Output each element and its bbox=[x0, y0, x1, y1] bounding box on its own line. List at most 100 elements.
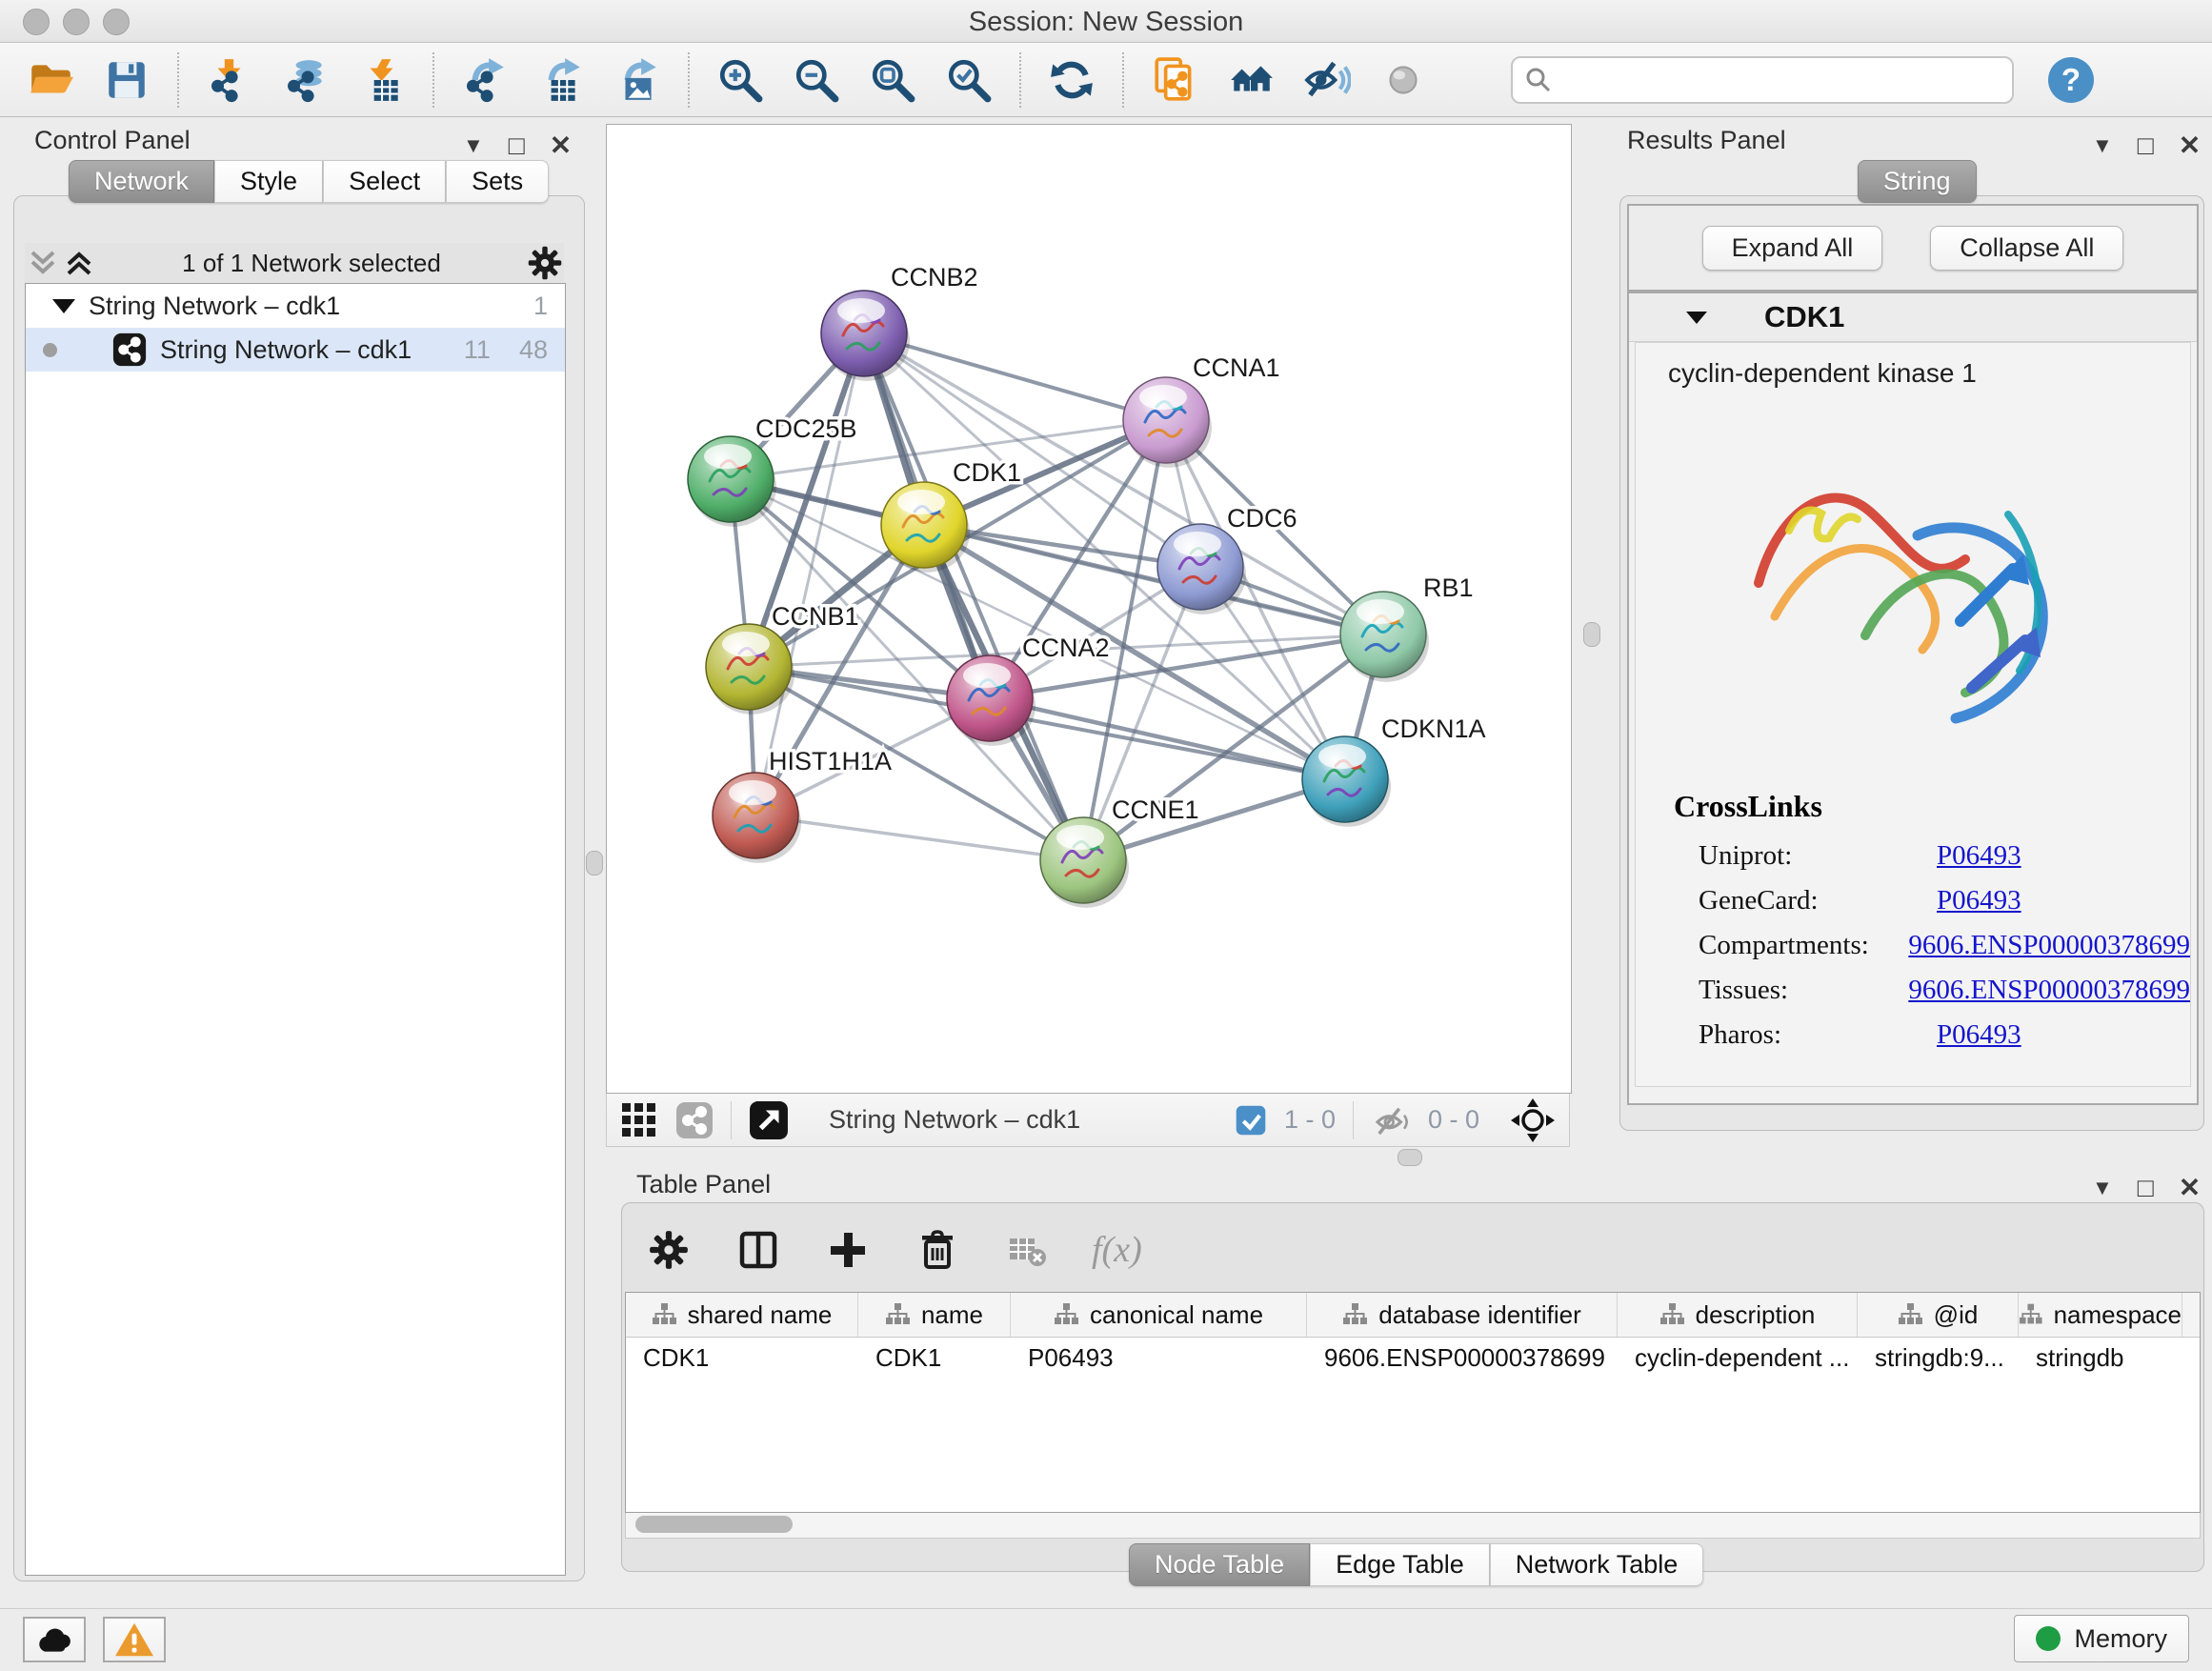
network-edge[interactable] bbox=[924, 525, 1383, 634]
table-cell[interactable]: stringdb:9... bbox=[1858, 1338, 2019, 1378]
export-table-button[interactable] bbox=[535, 54, 587, 106]
column-header-namespace[interactable]: namespace bbox=[2019, 1293, 2182, 1337]
apply-layout-button[interactable] bbox=[1046, 54, 1097, 106]
network-view-icon[interactable] bbox=[675, 1101, 714, 1139]
zoom-selected-button[interactable] bbox=[943, 54, 995, 106]
table-cell[interactable]: 9606.ENSP00000378699 bbox=[1307, 1338, 1618, 1378]
expand-all-button[interactable]: Expand All bbox=[1702, 226, 1883, 271]
network-row[interactable]: String Network – cdk1 11 48 bbox=[26, 328, 565, 372]
network-node-rb1[interactable] bbox=[1340, 592, 1429, 682]
search-box[interactable] bbox=[1511, 56, 2014, 104]
delete-column-button[interactable] bbox=[913, 1225, 962, 1275]
share-document-button[interactable] bbox=[1149, 54, 1200, 106]
birds-eye-icon[interactable] bbox=[1510, 1097, 1556, 1143]
network-edge[interactable] bbox=[755, 333, 864, 815]
zoom-out-button[interactable] bbox=[791, 54, 842, 106]
network-canvas[interactable]: CCNB2 CCNA1 CDC25B bbox=[606, 124, 1572, 1094]
crosslink-link[interactable]: P06493 bbox=[1937, 885, 2021, 916]
grid-view-icon[interactable] bbox=[620, 1101, 658, 1139]
column-header-canonical-name[interactable]: canonical name bbox=[1011, 1293, 1307, 1337]
memory-button[interactable]: Memory bbox=[2014, 1615, 2189, 1662]
table-cell[interactable]: CDK1 bbox=[858, 1338, 1011, 1378]
create-column-button[interactable] bbox=[823, 1225, 873, 1275]
export-network-button[interactable] bbox=[459, 54, 511, 106]
collapse-all-button[interactable]: Collapse All bbox=[1930, 226, 2123, 271]
crosslink-link[interactable]: 9606.ENSP00000378699 bbox=[1908, 975, 2190, 1006]
section-collapse-icon[interactable] bbox=[1686, 312, 1707, 324]
save-button[interactable] bbox=[101, 54, 152, 106]
tab-node-table[interactable]: Node Table bbox=[1129, 1543, 1310, 1586]
left-splitter-handle[interactable] bbox=[586, 851, 603, 876]
import-table-button[interactable] bbox=[356, 54, 408, 106]
panel-close-icon[interactable]: ✕ bbox=[550, 130, 572, 161]
warning-status-button[interactable] bbox=[103, 1617, 166, 1662]
detach-view-icon[interactable] bbox=[749, 1100, 789, 1140]
expand-all-icon[interactable] bbox=[61, 245, 97, 281]
show-columns-button[interactable] bbox=[734, 1225, 783, 1275]
hide-eye-button[interactable] bbox=[1301, 54, 1353, 106]
panel-close-icon[interactable]: ✕ bbox=[2179, 130, 2201, 161]
network-node-cdc6[interactable] bbox=[1157, 524, 1246, 614]
selected-checkbox-icon[interactable] bbox=[1235, 1104, 1267, 1137]
tab-sets[interactable]: Sets bbox=[446, 160, 549, 203]
network-node-ccne1[interactable] bbox=[1040, 817, 1129, 908]
collapse-all-icon[interactable] bbox=[25, 245, 61, 281]
import-network-button[interactable] bbox=[204, 54, 255, 106]
tab-string[interactable]: String bbox=[1858, 160, 1977, 203]
protein-section-header[interactable]: CDK1 bbox=[1629, 293, 2197, 342]
network-node-hist1h1a[interactable] bbox=[713, 773, 801, 863]
crosslink-link[interactable]: P06493 bbox=[1937, 840, 2021, 872]
home-button[interactable] bbox=[1225, 54, 1277, 106]
table-row[interactable]: CDK1CDK1P064939606.ENSP00000378699cyclin… bbox=[626, 1338, 2200, 1378]
panel-menu-icon[interactable]: ▼ bbox=[463, 133, 484, 158]
scrollbar-thumb[interactable] bbox=[635, 1516, 793, 1533]
table-horizontal-scrollbar[interactable] bbox=[625, 1513, 2201, 1539]
right-splitter-handle[interactable] bbox=[1583, 622, 1600, 647]
network-edge[interactable] bbox=[755, 815, 1083, 860]
network-node-cdkn1a[interactable] bbox=[1302, 736, 1391, 827]
hidden-eye-icon[interactable] bbox=[1371, 1100, 1411, 1140]
import-database-button[interactable] bbox=[280, 54, 332, 106]
network-collection-row[interactable]: String Network – cdk1 1 bbox=[26, 284, 565, 328]
tab-network[interactable]: Network bbox=[69, 160, 214, 203]
help-button[interactable]: ? bbox=[2048, 57, 2094, 103]
crosslink-link[interactable]: P06493 bbox=[1937, 1019, 2021, 1051]
bottom-splitter-handle[interactable] bbox=[1398, 1149, 1422, 1166]
column-header-name[interactable]: name bbox=[858, 1293, 1011, 1337]
column-header--id[interactable]: @id bbox=[1858, 1293, 2019, 1337]
network-node-cdc25b[interactable] bbox=[688, 436, 776, 527]
column-header-shared-name[interactable]: shared name bbox=[626, 1293, 858, 1337]
collection-expand-icon[interactable] bbox=[52, 299, 75, 313]
panel-menu-icon[interactable]: ▼ bbox=[2092, 133, 2113, 158]
panel-float-icon[interactable]: □ bbox=[2138, 1173, 2154, 1203]
export-image-button[interactable] bbox=[612, 54, 663, 106]
table-settings-button[interactable] bbox=[644, 1225, 694, 1275]
tab-style[interactable]: Style bbox=[214, 160, 323, 203]
column-header-description[interactable]: description bbox=[1618, 1293, 1858, 1337]
panel-close-icon[interactable]: ✕ bbox=[2179, 1172, 2201, 1203]
table-cell[interactable]: P06493 bbox=[1011, 1338, 1307, 1378]
cloud-status-button[interactable] bbox=[23, 1617, 86, 1662]
zoom-fit-button[interactable] bbox=[867, 54, 918, 106]
search-input[interactable] bbox=[1553, 64, 2001, 95]
network-node-ccna1[interactable] bbox=[1123, 377, 1212, 468]
function-builder-button[interactable]: f(x) bbox=[1092, 1225, 1142, 1275]
tab-edge-table[interactable]: Edge Table bbox=[1310, 1543, 1490, 1586]
crosslink-link[interactable]: 9606.ENSP00000378699 bbox=[1908, 930, 2190, 961]
zoom-in-button[interactable] bbox=[714, 54, 766, 106]
open-folder-button[interactable] bbox=[25, 54, 76, 106]
network-graph[interactable]: CCNB2 CCNA1 CDC25B bbox=[607, 125, 1571, 1093]
gray-eye-button[interactable] bbox=[1377, 54, 1429, 106]
table-cell[interactable]: CDK1 bbox=[626, 1338, 858, 1378]
table-cell[interactable]: cyclin-dependent ... bbox=[1618, 1338, 1858, 1378]
delete-table-button[interactable] bbox=[1002, 1225, 1052, 1275]
tab-network-table[interactable]: Network Table bbox=[1490, 1543, 1704, 1586]
table-cell[interactable]: stringdb bbox=[2019, 1338, 2182, 1378]
network-node-ccna2[interactable] bbox=[947, 655, 1036, 746]
tab-select[interactable]: Select bbox=[323, 160, 446, 203]
panel-menu-icon[interactable]: ▼ bbox=[2092, 1176, 2113, 1200]
gear-icon[interactable] bbox=[526, 244, 564, 282]
panel-float-icon[interactable]: □ bbox=[2138, 131, 2154, 161]
panel-float-icon[interactable]: □ bbox=[509, 131, 525, 161]
column-header-database-identifier[interactable]: database identifier bbox=[1307, 1293, 1618, 1337]
